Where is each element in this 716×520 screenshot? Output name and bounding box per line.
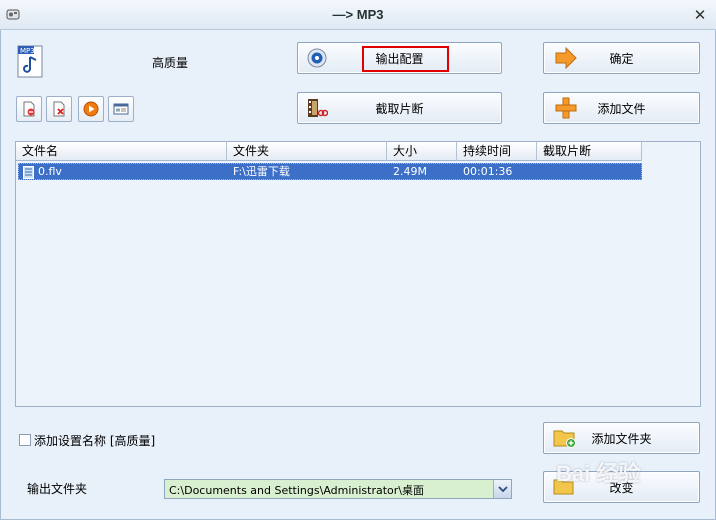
add-folder-button[interactable]: 添加文件夹 [543,422,700,454]
dropdown-button[interactable] [493,480,511,498]
mp3-file-icon: MP3 [17,45,43,78]
file-info-button[interactable] [108,96,134,122]
change-button[interactable]: 改变 [543,471,700,503]
clear-list-button[interactable] [46,96,72,122]
column-size[interactable]: 大小 [387,142,457,161]
play-icon [83,101,99,117]
column-folder[interactable]: 文件夹 [227,142,387,161]
output-folder-label: 输出文件夹 [27,482,88,496]
video-file-icon [23,166,34,179]
change-label: 改变 [609,480,634,495]
ok-label: 确定 [609,51,634,66]
title-bar: —> MP3 ✕ [0,0,716,30]
play-button[interactable] [78,96,104,122]
column-clip[interactable]: 截取片断 [537,142,642,161]
cell-folder: F:\迅雷下载 [233,165,290,178]
quality-label: 高质量 [152,56,189,70]
window-title: —> MP3 [332,7,384,22]
output-folder-select[interactable]: C:\Documents and Settings\Administrator\… [164,479,512,499]
output-folder-path: C:\Documents and Settings\Administrator\… [169,484,425,497]
cell-duration: 00:01:36 [463,165,513,178]
remove-file-button[interactable] [16,96,42,122]
add-file-label: 添加文件 [597,101,646,116]
add-file-button[interactable]: 添加文件 [543,92,700,124]
close-button[interactable]: ✕ [690,5,710,25]
file-list[interactable]: 文件名 文件夹 大小 持续时间 截取片断 0.flv F:\迅雷下载 2.49M… [15,141,701,407]
add-folder-label: 添加文件夹 [591,431,652,446]
file-remove-icon [23,101,35,117]
close-icon: ✕ [693,6,707,24]
add-setting-name-checkbox[interactable] [19,434,31,446]
cell-size: 2.49M [393,165,427,178]
table-row[interactable]: 0.flv F:\迅雷下载 2.49M 00:01:36 [18,163,642,180]
highlight-annotation [362,46,449,72]
info-window-icon [113,103,129,115]
clip-button[interactable]: 截取片断 [297,92,502,124]
column-duration[interactable]: 持续时间 [457,142,537,161]
list-header: 文件名 文件夹 大小 持续时间 截取片断 [16,142,642,161]
chevron-down-icon [498,486,508,493]
ok-button[interactable]: 确定 [543,42,700,74]
clip-label: 截取片断 [375,101,424,116]
file-delete-icon [53,101,65,117]
add-setting-name-label: 添加设置名称 [高质量] [34,434,156,448]
column-filename[interactable]: 文件名 [16,142,227,161]
svg-text:MP3: MP3 [20,47,35,55]
cell-filename: 0.flv [38,165,62,178]
